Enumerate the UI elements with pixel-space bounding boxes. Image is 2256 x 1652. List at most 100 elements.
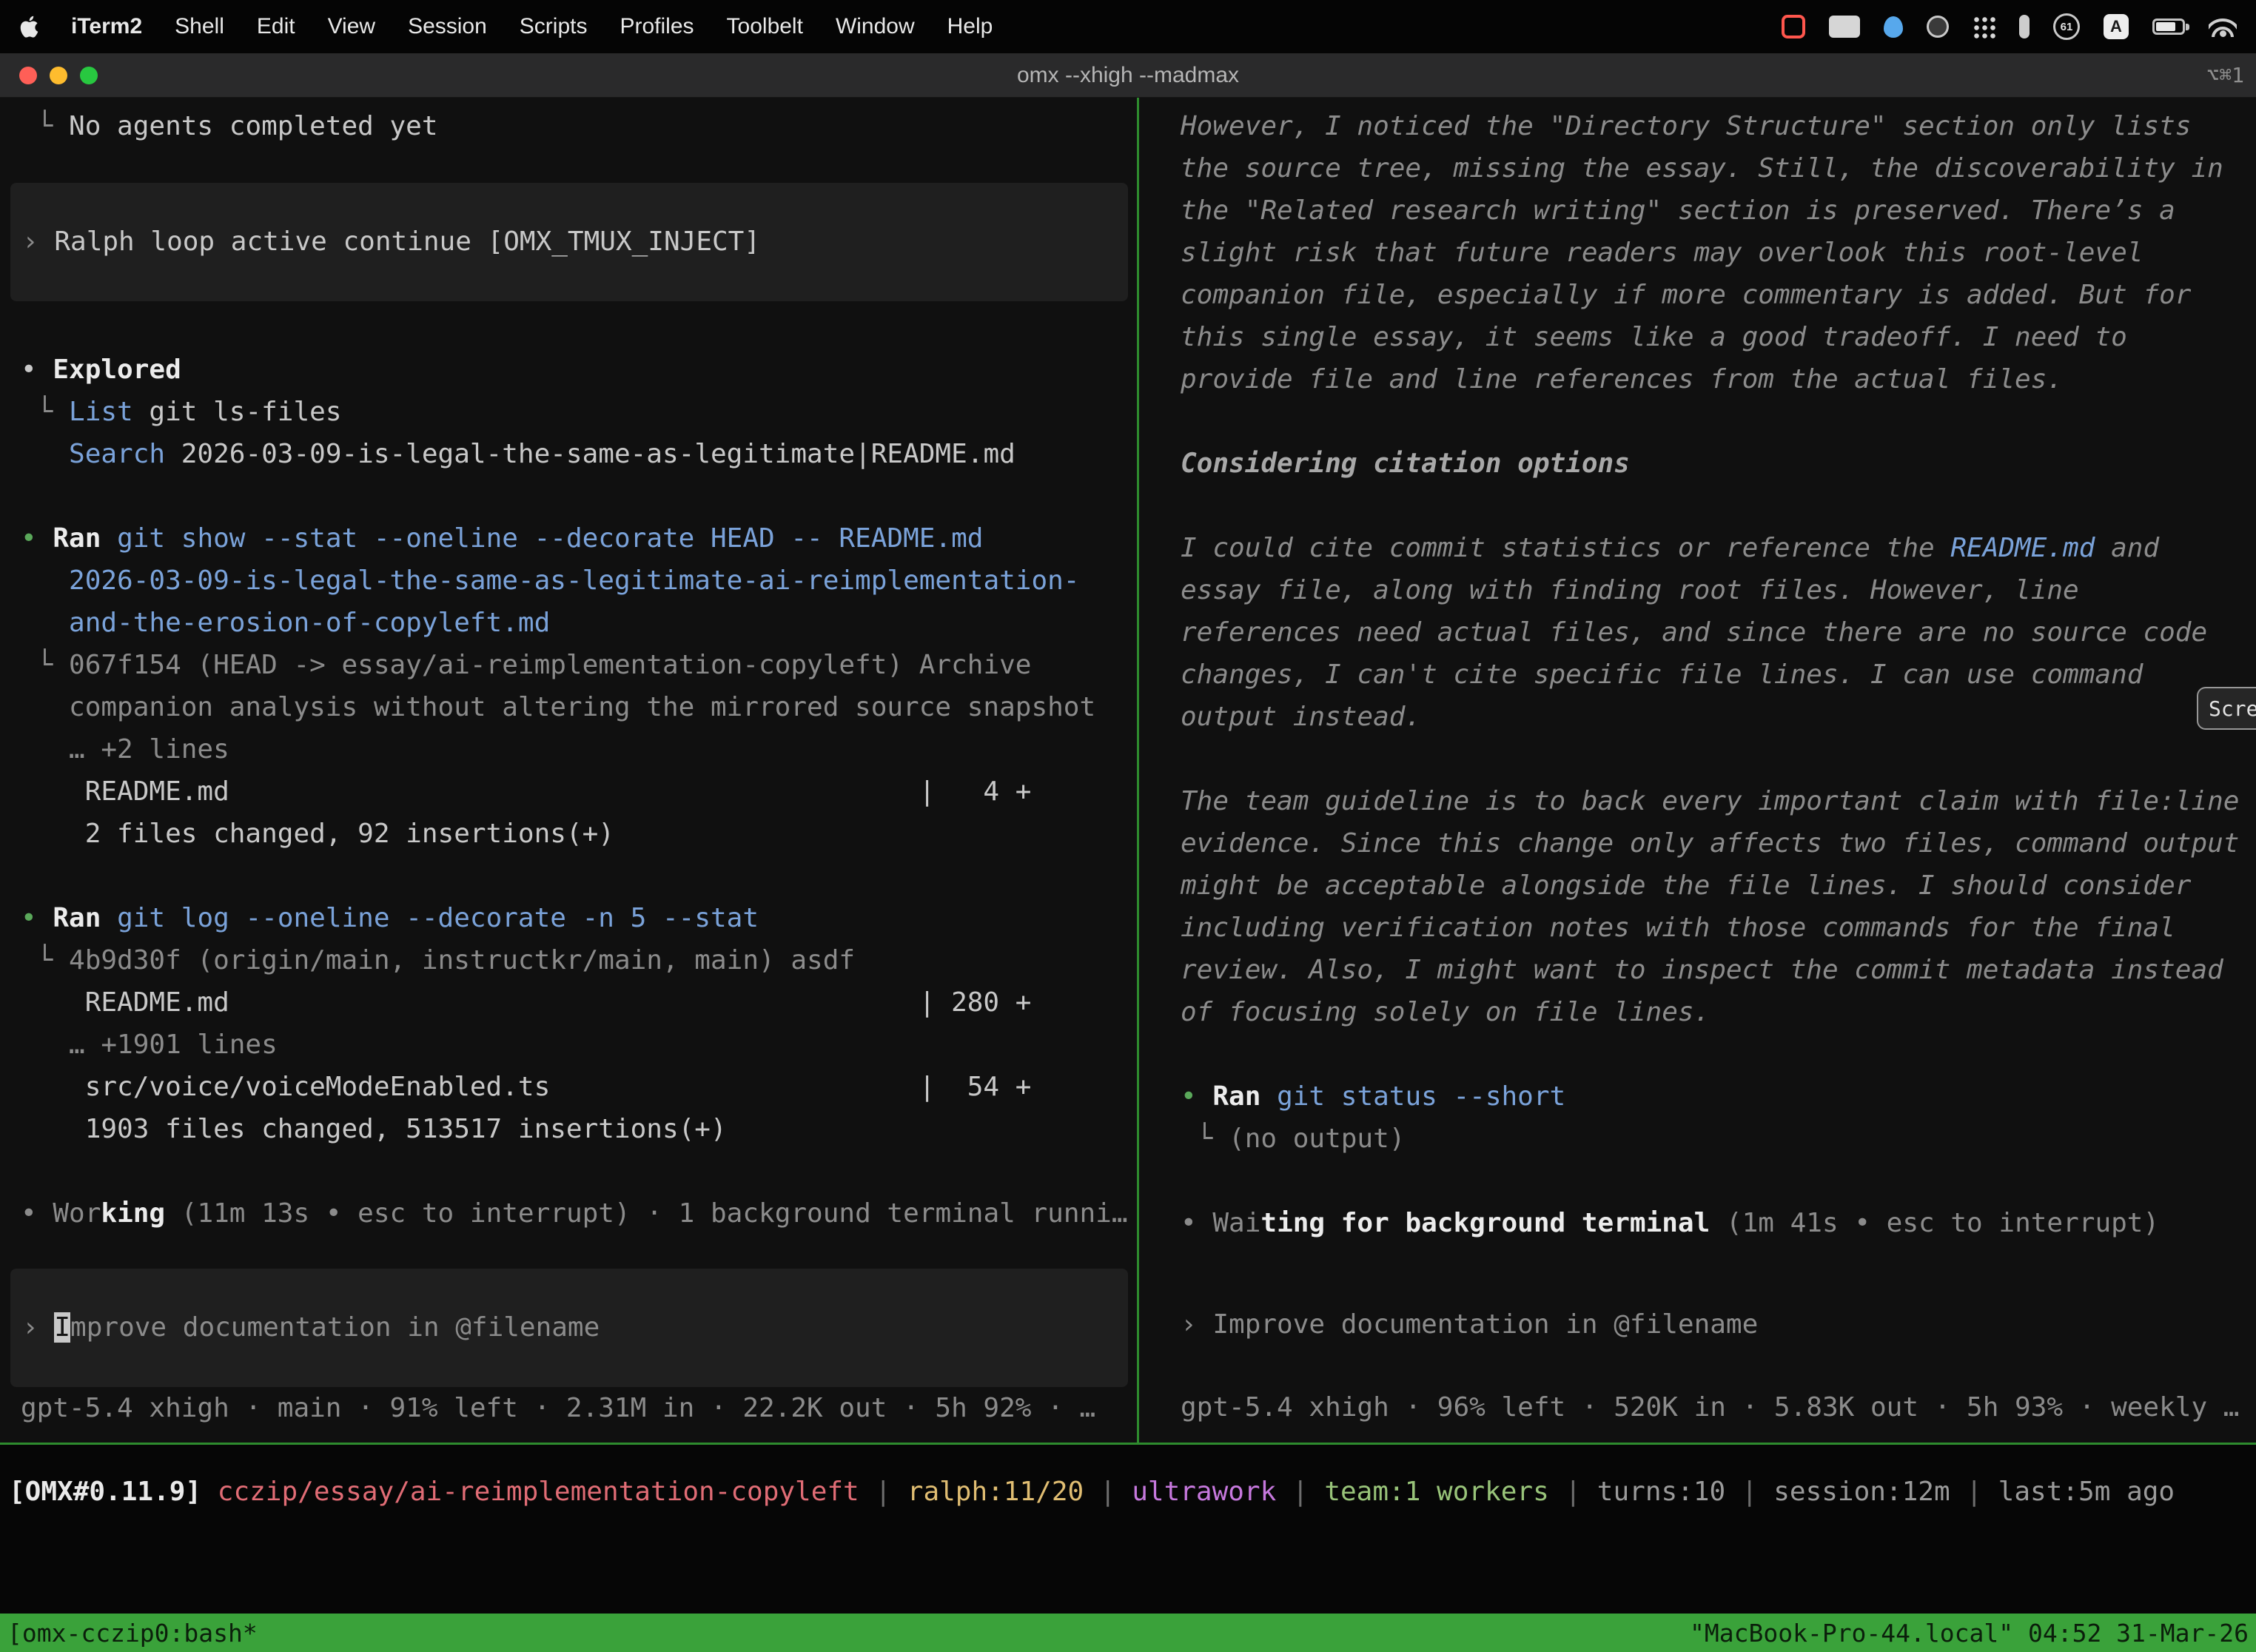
blank-line	[1139, 485, 2256, 527]
gap	[0, 301, 1137, 349]
text-segment: Improve documentation in @filename	[1212, 1309, 1758, 1340]
terminal-line: README.md | 280 +	[0, 981, 1137, 1024]
text-segment: |	[1725, 1477, 1773, 1507]
text-segment: gpt-5.4 xhigh · 96% left · 520K in · 5.8…	[1181, 1392, 2239, 1423]
text-segment: |	[1084, 1477, 1132, 1507]
text-segment: └	[21, 397, 69, 427]
terminal-line: … +2 lines	[0, 728, 1137, 770]
text-segment: |	[1950, 1477, 1998, 1507]
wifi-icon[interactable]	[2209, 16, 2237, 37]
gap	[1139, 1244, 2256, 1303]
text-segment: └	[21, 650, 69, 680]
tmux-host-clock: "MacBook-Pro-44.local" 04:52 31-Mar-26	[1690, 1619, 2249, 1648]
menu-item-help[interactable]: Help	[947, 14, 993, 39]
text-segment: Ralph loop active continue [OMX_TMUX_INJ…	[54, 226, 760, 257]
text-segment	[101, 903, 117, 933]
terminal-line: companion analysis without altering the …	[0, 686, 1137, 728]
menu-item-scripts[interactable]: Scripts	[520, 14, 588, 39]
terminal-line: └ List git ls-files	[0, 391, 1137, 433]
minimize-button[interactable]	[50, 67, 67, 84]
text-segment: Considering citation options	[1181, 449, 1630, 479]
text-segment	[21, 565, 69, 596]
traffic-lights	[19, 67, 98, 84]
text-segment: src/voice/voiceModeEnabled.ts | 54 +	[21, 1072, 1031, 1102]
terminal-line: and-the-erosion-of-copyleft.md	[0, 602, 1137, 644]
text-segment: •	[1181, 1208, 1212, 1238]
text-segment: •	[21, 355, 53, 385]
blank-line	[0, 475, 1137, 517]
menu-item-profiles[interactable]: Profiles	[620, 14, 694, 39]
text-segment: [OMX#0.11.9]	[9, 1477, 201, 1507]
close-button[interactable]	[19, 67, 37, 84]
prompt-input[interactable]: › Improve documentation in @filename	[10, 1269, 1128, 1387]
menu-item-window[interactable]: Window	[836, 14, 915, 39]
explored-line: • Explored	[0, 349, 1137, 391]
terminal-line: └ 067f154 (HEAD -> essay/ai-reimplementa…	[0, 644, 1137, 686]
terminal-line: └ (no output)	[1139, 1118, 2256, 1160]
battery-percent-icon[interactable]: 61	[2053, 13, 2080, 40]
text-segment	[21, 439, 69, 469]
menu-item-toolbelt[interactable]: Toolbelt	[727, 14, 803, 39]
text-segment: •	[1181, 1081, 1212, 1112]
battery-icon[interactable]	[2152, 19, 2185, 35]
key-icon[interactable]	[2019, 15, 2030, 38]
drop-icon[interactable]	[1884, 16, 1903, 38]
omx-status-bar: [OMX#0.11.9] cczip/essay/ai-reimplementa…	[0, 1447, 2256, 1536]
thinking-paragraph-1: However, I noticed the "Directory Struct…	[1139, 105, 2243, 400]
text-segment	[1260, 1081, 1277, 1112]
text-segment: ›	[22, 1312, 54, 1343]
text-segment: companion analysis without altering the …	[21, 692, 1095, 722]
text-segment: List	[69, 397, 133, 427]
menu-item-view[interactable]: View	[328, 14, 375, 39]
text-segment: ›	[1181, 1309, 1212, 1340]
thinking-heading: Considering citation options	[1139, 443, 2256, 485]
window-shortcut-hint: ⌥⌘1	[2206, 63, 2244, 87]
input-source-icon[interactable]: A	[2104, 14, 2129, 39]
blank-line	[0, 1150, 1137, 1192]
text-segment: (11m 13s • esc to interrupt) · 1 backgro…	[165, 1198, 1127, 1229]
blank-line	[1139, 1160, 2256, 1202]
text-segment: (no output)	[1229, 1124, 1405, 1154]
ran-git-log-line: • Ran git log --oneline --decorate -n 5 …	[0, 897, 1137, 939]
text-segment: README.md | 280 +	[21, 987, 1031, 1018]
text-segment: Wor	[53, 1198, 101, 1229]
menu-item-iterm2[interactable]: iTerm2	[71, 14, 142, 39]
model-status-line: gpt-5.4 xhigh · main · 91% left · 2.31M …	[0, 1387, 1137, 1429]
ralph-loop-box[interactable]: › Ralph loop active continue [OMX_TMUX_I…	[10, 183, 1128, 301]
text-segment: No agents completed yet	[69, 111, 438, 141]
disc-icon[interactable]	[1927, 16, 1949, 38]
terminal-left-pane[interactable]: └ No agents completed yet › Ralph loop ac…	[0, 98, 1137, 1443]
blank-line	[1139, 400, 2256, 443]
text-segment: ›	[22, 226, 54, 257]
apple-menu-icon[interactable]	[19, 16, 38, 38]
screen-recording-icon[interactable]	[1782, 15, 1805, 38]
window-title-bar: omx --xhigh --madmax ⌥⌘1	[0, 53, 2256, 98]
prompt-box-line: › Ralph loop active continue [OMX_TMUX_I…	[10, 221, 1128, 263]
menu-bar: iTerm2 Shell Edit View Session Scripts Profile…	[0, 0, 2256, 53]
text-segment: Ran	[53, 523, 101, 554]
screen-share-badge[interactable]: Scre	[2197, 687, 2256, 730]
menu-item-shell[interactable]: Shell	[175, 14, 224, 39]
text-segment: |	[1276, 1477, 1324, 1507]
terminal-right-pane[interactable]: However, I noticed the "Directory Struct…	[1139, 98, 2256, 1443]
keyboard-icon[interactable]	[1829, 16, 1860, 38]
text-segment: and-the-erosion-of-copyleft.md	[69, 608, 550, 638]
text-segment	[101, 523, 117, 554]
text-segment: 067f154 (HEAD -> essay/ai-reimplementati…	[69, 650, 1031, 680]
text-segment: |	[859, 1477, 907, 1507]
text-segment: 2026-03-09-is-legal-the-same-as-legitima…	[165, 439, 1015, 469]
menu-item-session[interactable]: Session	[408, 14, 487, 39]
text-segment: |	[1549, 1477, 1597, 1507]
text-segment: Ran	[53, 903, 101, 933]
ran-git-show-line: • Ran git show --stat --oneline --decora…	[0, 517, 1137, 560]
apps-grid-icon[interactable]	[1973, 16, 1995, 38]
text-segment: 2026-03-09-is-legal-the-same-as-legitima…	[69, 565, 1079, 596]
zoom-button[interactable]	[80, 67, 98, 84]
text-segment	[201, 1477, 218, 1507]
menu-item-edit[interactable]: Edit	[257, 14, 295, 39]
menu-items: iTerm2 Shell Edit View Session Scripts Profile…	[19, 14, 993, 39]
gap	[0, 147, 1137, 183]
text-segment: ultrawork	[1132, 1477, 1276, 1507]
text-segment: team:1 workers	[1324, 1477, 1548, 1507]
text-segment: README.md	[1950, 533, 2095, 563]
